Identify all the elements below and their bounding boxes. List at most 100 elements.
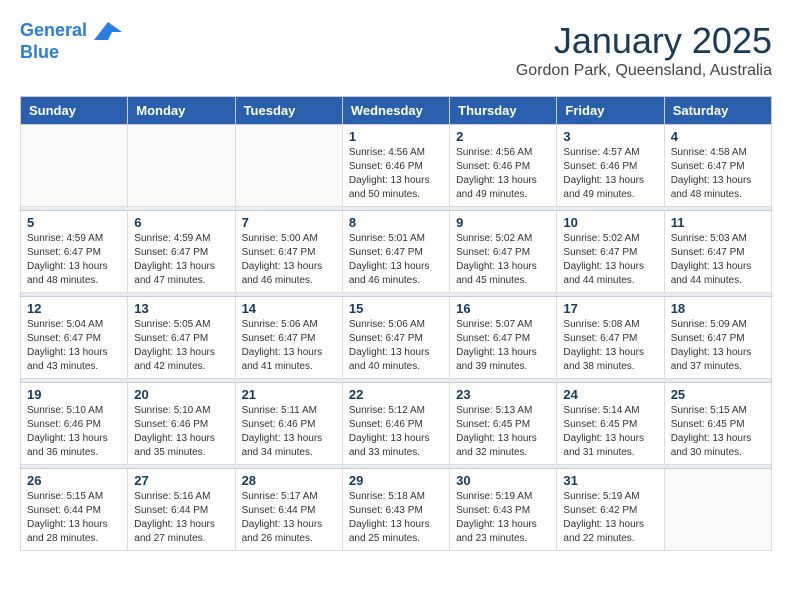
day-number: 17 [563, 301, 657, 316]
calendar-week-5: 26 Sunrise: 5:15 AM Sunset: 6:44 PM Dayli… [21, 469, 772, 551]
calendar-cell: 25 Sunrise: 5:15 AM Sunset: 6:45 PM Dayli… [664, 383, 771, 465]
day-info: Sunrise: 5:02 AM Sunset: 6:47 PM Dayligh… [456, 232, 550, 288]
day-number: 7 [242, 215, 336, 230]
month-title: January 2025 [516, 20, 772, 62]
calendar-cell: 2 Sunrise: 4:56 AM Sunset: 6:46 PM Daylig… [450, 125, 557, 207]
day-info: Sunrise: 5:03 AM Sunset: 6:47 PM Dayligh… [671, 232, 765, 288]
day-number: 25 [671, 387, 765, 402]
calendar-header-row: SundayMondayTuesdayWednesdayThursdayFrid… [21, 97, 772, 125]
calendar-cell: 20 Sunrise: 5:10 AM Sunset: 6:46 PM Dayli… [128, 383, 235, 465]
day-info: Sunrise: 4:56 AM Sunset: 6:46 PM Dayligh… [456, 146, 550, 202]
day-info: Sunrise: 5:15 AM Sunset: 6:44 PM Dayligh… [27, 490, 121, 546]
day-info: Sunrise: 5:15 AM Sunset: 6:45 PM Dayligh… [671, 404, 765, 460]
calendar-cell: 22Sunrise: 5:12 AM Sunset: 6:46 PM Dayli… [342, 383, 449, 465]
calendar-week-3: 12 Sunrise: 5:04 AM Sunset: 6:47 PM Dayli… [21, 297, 772, 379]
day-number: 5 [27, 215, 121, 230]
header-saturday: Saturday [664, 97, 771, 125]
day-number: 28 [242, 473, 336, 488]
calendar-cell: 23 Sunrise: 5:13 AM Sunset: 6:45 PM Dayli… [450, 383, 557, 465]
day-number: 14 [242, 301, 336, 316]
logo-text: General [20, 20, 122, 42]
day-number: 11 [671, 215, 765, 230]
calendar-cell: 30 Sunrise: 5:19 AM Sunset: 6:43 PM Dayli… [450, 469, 557, 551]
header-tuesday: Tuesday [235, 97, 342, 125]
day-number: 12 [27, 301, 121, 316]
logo-bird-icon [94, 22, 122, 40]
calendar-cell: 18Sunrise: 5:09 AM Sunset: 6:47 PM Dayli… [664, 297, 771, 379]
day-number: 23 [456, 387, 550, 402]
day-number: 1 [349, 129, 443, 144]
day-info: Sunrise: 4:58 AM Sunset: 6:47 PM Dayligh… [671, 146, 765, 202]
day-number: 27 [134, 473, 228, 488]
day-info: Sunrise: 5:04 AM Sunset: 6:47 PM Dayligh… [27, 318, 121, 374]
day-info: Sunrise: 5:11 AM Sunset: 6:46 PM Dayligh… [242, 404, 336, 460]
day-info: Sunrise: 5:01 AM Sunset: 6:47 PM Dayligh… [349, 232, 443, 288]
calendar-week-1: 1 Sunrise: 4:56 AM Sunset: 6:46 PM Daylig… [21, 125, 772, 207]
calendar-cell: 1 Sunrise: 4:56 AM Sunset: 6:46 PM Daylig… [342, 125, 449, 207]
logo: General Blue [20, 20, 122, 63]
calendar-cell: 8 Sunrise: 5:01 AM Sunset: 6:47 PM Daylig… [342, 211, 449, 293]
day-number: 8 [349, 215, 443, 230]
header-friday: Friday [557, 97, 664, 125]
logo-line1: General [20, 20, 87, 40]
header-wednesday: Wednesday [342, 97, 449, 125]
calendar-week-2: 5 Sunrise: 4:59 AM Sunset: 6:47 PM Daylig… [21, 211, 772, 293]
calendar-cell: 26 Sunrise: 5:15 AM Sunset: 6:44 PM Dayli… [21, 469, 128, 551]
day-number: 16 [456, 301, 550, 316]
calendar-cell: 28 Sunrise: 5:17 AM Sunset: 6:44 PM Dayli… [235, 469, 342, 551]
day-info: Sunrise: 5:16 AM Sunset: 6:44 PM Dayligh… [134, 490, 228, 546]
day-number: 10 [563, 215, 657, 230]
calendar-cell: 16 Sunrise: 5:07 AM Sunset: 6:47 PM Dayli… [450, 297, 557, 379]
calendar-cell: 9 Sunrise: 5:02 AM Sunset: 6:47 PM Daylig… [450, 211, 557, 293]
calendar-cell: 24 Sunrise: 5:14 AM Sunset: 6:45 PM Dayli… [557, 383, 664, 465]
calendar-cell: 6Sunrise: 4:59 AM Sunset: 6:47 PM Daylig… [128, 211, 235, 293]
day-info: Sunrise: 4:59 AM Sunset: 6:47 PM Dayligh… [27, 232, 121, 288]
day-info: Sunrise: 4:57 AM Sunset: 6:46 PM Dayligh… [563, 146, 657, 202]
day-info: Sunrise: 5:13 AM Sunset: 6:45 PM Dayligh… [456, 404, 550, 460]
day-info: Sunrise: 5:06 AM Sunset: 6:47 PM Dayligh… [242, 318, 336, 374]
day-info: Sunrise: 5:17 AM Sunset: 6:44 PM Dayligh… [242, 490, 336, 546]
title-block: January 2025 Gordon Park, Queensland, Au… [516, 20, 772, 80]
day-number: 24 [563, 387, 657, 402]
calendar-cell: 5 Sunrise: 4:59 AM Sunset: 6:47 PM Daylig… [21, 211, 128, 293]
day-number: 26 [27, 473, 121, 488]
calendar-table: SundayMondayTuesdayWednesdayThursdayFrid… [20, 96, 772, 551]
calendar-cell: 31Sunrise: 5:19 AM Sunset: 6:42 PM Dayli… [557, 469, 664, 551]
calendar-cell: 27 Sunrise: 5:16 AM Sunset: 6:44 PM Dayli… [128, 469, 235, 551]
calendar-cell: 3 Sunrise: 4:57 AM Sunset: 6:46 PM Daylig… [557, 125, 664, 207]
calendar-cell: 19Sunrise: 5:10 AM Sunset: 6:46 PM Dayli… [21, 383, 128, 465]
day-number: 6 [134, 215, 228, 230]
calendar-cell: 12 Sunrise: 5:04 AM Sunset: 6:47 PM Dayli… [21, 297, 128, 379]
calendar-cell: 4 Sunrise: 4:58 AM Sunset: 6:47 PM Daylig… [664, 125, 771, 207]
day-number: 2 [456, 129, 550, 144]
calendar-cell: 15 Sunrise: 5:06 AM Sunset: 6:47 PM Dayli… [342, 297, 449, 379]
calendar-cell: 14 Sunrise: 5:06 AM Sunset: 6:47 PM Dayli… [235, 297, 342, 379]
day-info: Sunrise: 5:14 AM Sunset: 6:45 PM Dayligh… [563, 404, 657, 460]
day-info: Sunrise: 5:19 AM Sunset: 6:43 PM Dayligh… [456, 490, 550, 546]
day-info: Sunrise: 4:56 AM Sunset: 6:46 PM Dayligh… [349, 146, 443, 202]
logo-line2: Blue [20, 42, 122, 64]
day-info: Sunrise: 5:08 AM Sunset: 6:47 PM Dayligh… [563, 318, 657, 374]
day-number: 3 [563, 129, 657, 144]
header-monday: Monday [128, 97, 235, 125]
day-number: 15 [349, 301, 443, 316]
day-number: 4 [671, 129, 765, 144]
day-number: 9 [456, 215, 550, 230]
day-number: 30 [456, 473, 550, 488]
day-info: Sunrise: 5:05 AM Sunset: 6:47 PM Dayligh… [134, 318, 228, 374]
day-info: Sunrise: 5:00 AM Sunset: 6:47 PM Dayligh… [242, 232, 336, 288]
calendar-cell: 7 Sunrise: 5:00 AM Sunset: 6:47 PM Daylig… [235, 211, 342, 293]
calendar-week-4: 19Sunrise: 5:10 AM Sunset: 6:46 PM Dayli… [21, 383, 772, 465]
calendar-cell: 10 Sunrise: 5:02 AM Sunset: 6:47 PM Dayli… [557, 211, 664, 293]
day-number: 18 [671, 301, 765, 316]
day-number: 31 [563, 473, 657, 488]
calendar-cell: 29Sunrise: 5:18 AM Sunset: 6:43 PM Dayli… [342, 469, 449, 551]
header-sunday: Sunday [21, 97, 128, 125]
day-info: Sunrise: 5:06 AM Sunset: 6:47 PM Dayligh… [349, 318, 443, 374]
day-info: Sunrise: 5:02 AM Sunset: 6:47 PM Dayligh… [563, 232, 657, 288]
day-info: Sunrise: 5:10 AM Sunset: 6:46 PM Dayligh… [134, 404, 228, 460]
calendar-cell: 13Sunrise: 5:05 AM Sunset: 6:47 PM Dayli… [128, 297, 235, 379]
day-number: 20 [134, 387, 228, 402]
day-info: Sunrise: 5:18 AM Sunset: 6:43 PM Dayligh… [349, 490, 443, 546]
day-info: Sunrise: 5:07 AM Sunset: 6:47 PM Dayligh… [456, 318, 550, 374]
